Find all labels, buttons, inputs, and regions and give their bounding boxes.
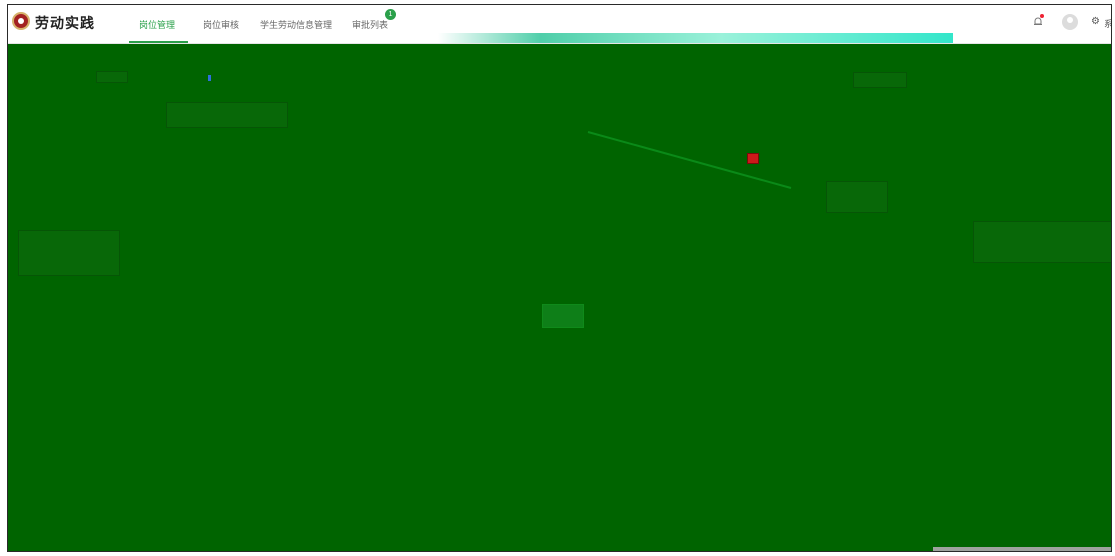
horizontal-scrollbar[interactable] [933,547,1111,551]
red-marker-icon [747,153,759,164]
connector-line [587,131,792,189]
app-window: 劳动实践 岗位管理 岗位审核 学生劳动信息管理 审批列表 1 ⚙ 系 [7,4,1112,552]
center-action-button[interactable] [542,304,584,328]
